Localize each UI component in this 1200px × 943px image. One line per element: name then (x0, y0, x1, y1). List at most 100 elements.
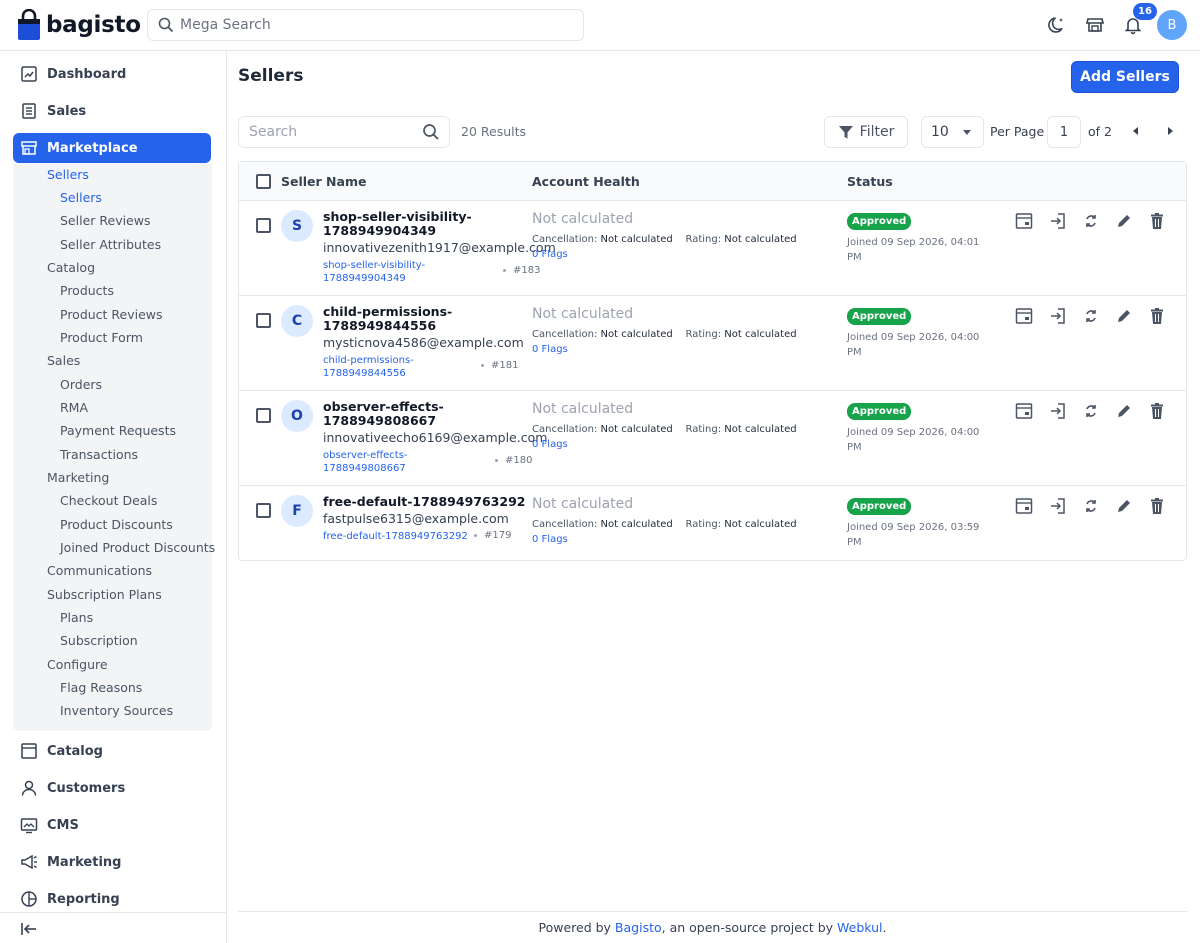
rating-label: Rating: (685, 424, 722, 435)
filter-button[interactable]: Filter (824, 116, 908, 148)
select-all-checkbox[interactable] (256, 174, 271, 189)
submenu-transactions[interactable]: Transactions (60, 447, 138, 462)
seller-shop-link[interactable]: free-default-1788949763292 (323, 530, 468, 543)
status-badge: Approved (847, 213, 912, 230)
delete-icon[interactable] (1147, 496, 1167, 516)
submenu-payment-requests[interactable]: Payment Requests (60, 423, 176, 438)
delete-icon[interactable] (1147, 306, 1167, 326)
submenu-subscription-plans-group[interactable]: Subscription Plans (47, 587, 162, 602)
sales-icon (22, 103, 36, 119)
flags-link[interactable]: 0 Flags (532, 534, 568, 545)
submenu-marketing-group[interactable]: Marketing (47, 470, 109, 485)
submenu-inventory-sources[interactable]: Inventory Sources (60, 703, 173, 718)
per-page-value: 10 (931, 124, 949, 140)
results-count: 20 Results (461, 124, 527, 139)
submenu-joined-product-discounts[interactable]: Joined Product Discounts (60, 540, 215, 555)
view-icon[interactable] (1014, 496, 1034, 516)
prev-page-icon[interactable] (1133, 127, 1138, 135)
sidebar-item-label: Catalog (47, 743, 103, 759)
edit-icon[interactable] (1114, 401, 1134, 421)
submenu-subscription[interactable]: Subscription (60, 633, 138, 648)
sidebar-item-cms[interactable]: CMS (13, 810, 211, 840)
sidebar-item-sales[interactable]: Sales (13, 96, 211, 126)
view-icon[interactable] (1014, 306, 1034, 326)
sidebar-item-catalog[interactable]: Catalog (13, 736, 211, 766)
submenu-configure-group[interactable]: Configure (47, 657, 108, 672)
storefront-icon[interactable] (1084, 14, 1106, 36)
seller-shop-link[interactable]: observer-effects-1788949808667 (323, 449, 423, 475)
sidebar-item-reporting[interactable]: Reporting (13, 884, 211, 914)
marketing-icon (21, 854, 37, 870)
table-row: F free-default-1788949763292 fastpulse63… (239, 486, 1186, 560)
per-page-select[interactable]: 10 (921, 116, 984, 148)
mega-search-input[interactable]: Mega Search (147, 9, 584, 41)
edit-icon[interactable] (1114, 306, 1134, 326)
catalog-icon (21, 743, 37, 759)
cancellation-label: Cancellation: (532, 519, 598, 530)
submenu-product-discounts[interactable]: Product Discounts (60, 517, 173, 532)
sidebar-collapse-button[interactable] (0, 912, 226, 943)
dark-mode-icon[interactable] (1046, 14, 1068, 36)
delete-icon[interactable] (1147, 401, 1167, 421)
submenu-products[interactable]: Products (60, 283, 114, 298)
bagisto-link[interactable]: Bagisto (615, 920, 662, 935)
submenu-product-reviews[interactable]: Product Reviews (60, 307, 163, 322)
sidebar-item-label: Dashboard (47, 66, 127, 82)
table-search-input[interactable]: Search (238, 116, 450, 148)
delete-icon[interactable] (1147, 211, 1167, 231)
submenu-sales-group[interactable]: Sales (47, 353, 80, 368)
cancellation-value: Not calculated (600, 424, 673, 435)
submenu-seller-attributes[interactable]: Seller Attributes (60, 237, 161, 252)
webkul-link[interactable]: Webkul (837, 920, 883, 935)
edit-icon[interactable] (1114, 211, 1134, 231)
status-badge: Approved (847, 498, 912, 515)
column-header-status[interactable]: Status (847, 174, 893, 189)
submenu-flag-reasons[interactable]: Flag Reasons (60, 680, 142, 695)
sync-icon[interactable] (1081, 401, 1101, 421)
sidebar-item-dashboard[interactable]: Dashboard (13, 59, 211, 89)
edit-icon[interactable] (1114, 496, 1134, 516)
column-header-seller-name[interactable]: Seller Name (281, 174, 366, 189)
submenu-sellers[interactable]: Sellers (60, 190, 102, 205)
add-sellers-button[interactable]: Add Sellers (1071, 61, 1179, 93)
submenu-communications[interactable]: Communications (47, 563, 152, 578)
login-as-seller-icon[interactable] (1048, 496, 1068, 516)
sidebar-item-customers[interactable]: Customers (13, 773, 211, 803)
row-checkbox[interactable] (256, 503, 271, 518)
view-icon[interactable] (1014, 211, 1034, 231)
flags-link[interactable]: 0 Flags (532, 249, 568, 260)
submenu-checkout-deals[interactable]: Checkout Deals (60, 493, 157, 508)
row-checkbox[interactable] (256, 218, 271, 233)
submenu-sellers-group[interactable]: Sellers (47, 167, 89, 182)
next-page-icon[interactable] (1168, 127, 1173, 135)
page-number-input[interactable]: 1 (1047, 116, 1081, 148)
seller-shop-link[interactable]: child-permissions-1788949844556 (323, 354, 433, 380)
logo[interactable]: bagisto (17, 9, 141, 41)
cancellation-label: Cancellation: (532, 329, 598, 340)
login-as-seller-icon[interactable] (1048, 211, 1068, 231)
sidebar-item-marketplace[interactable]: Marketplace (13, 133, 211, 163)
submenu-product-form[interactable]: Product Form (60, 330, 143, 345)
submenu-plans[interactable]: Plans (60, 610, 93, 625)
sidebar-item-label: CMS (47, 817, 79, 833)
reporting-icon (21, 891, 37, 907)
column-header-account-health[interactable]: Account Health (532, 174, 640, 189)
sidebar-item-marketing[interactable]: Marketing (13, 847, 211, 877)
flags-link[interactable]: 0 Flags (532, 439, 568, 450)
flags-link[interactable]: 0 Flags (532, 344, 568, 355)
login-as-seller-icon[interactable] (1048, 401, 1068, 421)
seller-shop-link[interactable]: shop-seller-visibility-1788949904349 (323, 259, 443, 285)
submenu-rma[interactable]: RMA (60, 400, 88, 415)
sync-icon[interactable] (1081, 306, 1101, 326)
row-checkbox[interactable] (256, 313, 271, 328)
sync-icon[interactable] (1081, 496, 1101, 516)
submenu-catalog-group[interactable]: Catalog (47, 260, 95, 275)
view-icon[interactable] (1014, 401, 1034, 421)
submenu-seller-reviews[interactable]: Seller Reviews (60, 213, 151, 228)
seller-id-value: #183 (513, 265, 541, 276)
login-as-seller-icon[interactable] (1048, 306, 1068, 326)
user-avatar[interactable]: B (1157, 10, 1187, 40)
row-checkbox[interactable] (256, 408, 271, 423)
submenu-orders[interactable]: Orders (60, 377, 102, 392)
sync-icon[interactable] (1081, 211, 1101, 231)
